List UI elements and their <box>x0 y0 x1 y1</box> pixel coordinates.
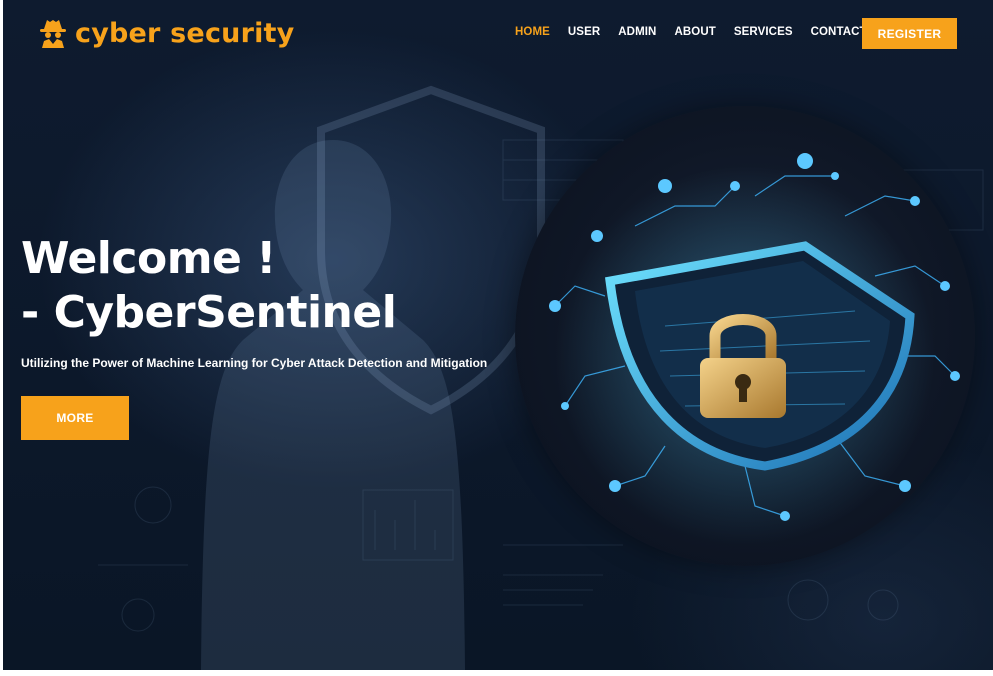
nav-user[interactable]: USER <box>568 26 600 38</box>
brand-logo[interactable]: cyber security <box>39 16 294 50</box>
hero-subtitle: Utilizing the Power of Machine Learning … <box>21 356 488 370</box>
nav-home[interactable]: HOME <box>515 26 550 38</box>
nav-services[interactable]: SERVICES <box>734 26 793 38</box>
spy-icon <box>40 20 66 48</box>
padlock-shield-illustration <box>549 153 960 546</box>
register-button[interactable]: REGISTER <box>862 18 957 49</box>
hero-title-line1: Welcome ! <box>21 233 276 284</box>
nav-contact[interactable]: CONTACT <box>811 26 867 38</box>
nav-about[interactable]: ABOUT <box>674 26 715 38</box>
main-nav: HOME USER ADMIN ABOUT SERVICES CONTACT <box>515 26 885 38</box>
hero-image <box>515 106 975 566</box>
page-frame: cyber security HOME USER ADMIN ABOUT SER… <box>3 0 993 673</box>
more-button[interactable]: MORE <box>21 396 129 440</box>
nav-admin[interactable]: ADMIN <box>618 26 656 38</box>
hero-title-line2: - CyberSentinel <box>21 287 397 338</box>
hero-title: Welcome ! - CyberSentinel <box>21 232 397 340</box>
brand-name: cyber security <box>75 17 295 49</box>
